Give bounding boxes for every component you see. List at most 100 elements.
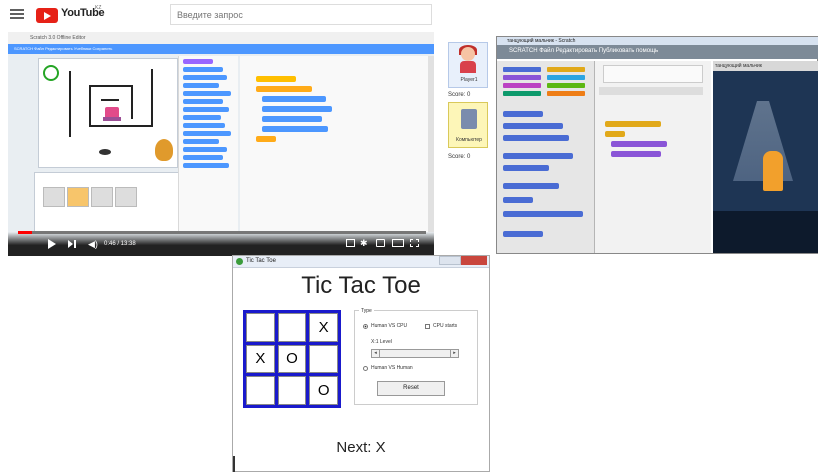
video-editor-titlebar: Scratch 3.0 Offline Editor [8,32,434,44]
slider-right-arrow-icon[interactable]: ▸ [450,350,458,357]
youtube-logo-icon[interactable] [36,8,58,23]
category-pen[interactable] [503,91,541,96]
game-title: Tic Tac Toe [301,272,421,299]
motion-block [503,123,563,129]
category-control[interactable] [547,67,585,72]
motion-block [262,96,326,102]
level-label: X:1 Level [371,339,392,345]
motion-block [503,135,569,141]
stage-title: танцующий мальчик [713,61,818,71]
human-vs-cpu-radio[interactable] [363,324,368,329]
palette-block [183,99,223,104]
board-cell-1[interactable] [246,313,275,342]
volume-icon[interactable]: ◀) [88,239,98,249]
board-cell-2[interactable] [277,313,307,342]
minimize-button[interactable] [439,256,461,265]
event-block [256,76,296,82]
avatar-face-icon [461,47,475,61]
tictactoe-window: Tic Tac Toe Tic Tac Toe X X O O Type Hum… [232,255,490,472]
palette-block [183,91,231,96]
palette-block [183,123,225,128]
board-cell-7[interactable] [246,376,275,405]
board-cell-9[interactable]: O [309,376,338,405]
maze-wall [151,69,153,127]
category-data[interactable] [547,91,585,96]
video-player[interactable]: Scratch 3.0 Offline Editor SCRATCH Файл … [8,32,434,256]
miniplayer-icon[interactable] [376,239,385,247]
category-operators[interactable] [547,83,585,88]
reset-button[interactable]: Reset [377,381,445,396]
play-icon[interactable] [48,239,56,249]
maze-wall [89,85,133,87]
progress-bar[interactable] [18,231,426,234]
control-block [256,86,312,92]
motion-block [262,126,328,132]
maze-wall [101,99,119,101]
motion-block [503,111,543,117]
palette-block [183,59,213,64]
beetle-sprite-icon [99,149,111,155]
control-block [256,136,276,142]
board-cell-8[interactable] [277,376,307,405]
video-time: 0:46 / 13:38 [104,241,136,247]
close-button[interactable] [461,256,487,265]
human-vs-human-label: Human VS Human [371,365,413,371]
category-sensing[interactable] [547,75,585,80]
board-cell-6[interactable] [309,344,338,374]
settings-gear-icon[interactable]: ✱ [360,238,368,249]
right-video-frame: Player1 Score: 0 Компьютер Score: 0 танц… [440,32,818,256]
subtitles-icon[interactable] [346,239,355,247]
next-turn-label: Next: X [336,439,386,456]
palette-block [183,147,227,152]
scratch2-stage [713,61,818,253]
board-cell-3[interactable]: X [309,313,338,342]
palette-block [183,83,219,88]
cat-sprite-icon [155,139,173,161]
category-motion[interactable] [503,67,541,72]
board-cell-4[interactable]: X [246,344,275,374]
category-sound[interactable] [503,83,541,88]
palette-block [183,115,221,120]
maze-wall [89,125,153,127]
window-title: Tic Tac Toe [246,258,276,264]
palette-block [183,67,223,72]
scrollbar[interactable] [428,56,434,232]
window-titlebar: Tic Tac Toe [233,256,489,268]
game-type-group: Type Human VS CPU CPU starts X:1 Level ◂… [354,308,478,405]
motion-block [262,116,322,122]
event-block [605,121,661,127]
control-block [605,131,625,137]
player-name: Player1 [460,77,478,83]
sprite-thumbnail [115,187,137,207]
dancer-sprite-icon [763,151,783,191]
computer-card: Компьютер [448,102,488,148]
player-score: Score: 0 [448,92,471,98]
editor-tabs[interactable] [599,87,703,95]
computer-icon [461,109,477,129]
game-board: X X O O [243,310,341,408]
cpu-starts-checkbox[interactable] [425,324,430,329]
hamburger-menu-icon[interactable] [10,9,24,19]
scratch2-block-palette [497,61,595,253]
next-video-icon[interactable] [68,240,76,248]
board-cell-5[interactable]: O [277,344,307,374]
sprite-info [603,65,703,83]
category-looks[interactable] [503,75,541,80]
fullscreen-icon[interactable] [410,239,419,247]
youtube-header: YouTube KZ [0,0,818,30]
scratch2-menubar[interactable]: SCRATCH Файл Редактировать Публиковать п… [497,45,818,59]
motion-block [503,231,543,237]
sprite-list [34,172,184,232]
theater-mode-icon[interactable] [392,239,404,247]
human-vs-human-radio[interactable] [363,366,368,371]
stage-floor [713,211,818,253]
sprite-thumbnail [67,187,89,207]
maze-wall [131,85,133,119]
slider-left-arrow-icon[interactable]: ◂ [372,350,380,357]
level-slider[interactable]: ◂ ▸ [371,349,459,358]
search-input[interactable] [170,4,432,25]
maze-wall [89,85,91,125]
motion-block [503,211,583,217]
looks-block [611,151,661,157]
palette-block [183,107,229,112]
